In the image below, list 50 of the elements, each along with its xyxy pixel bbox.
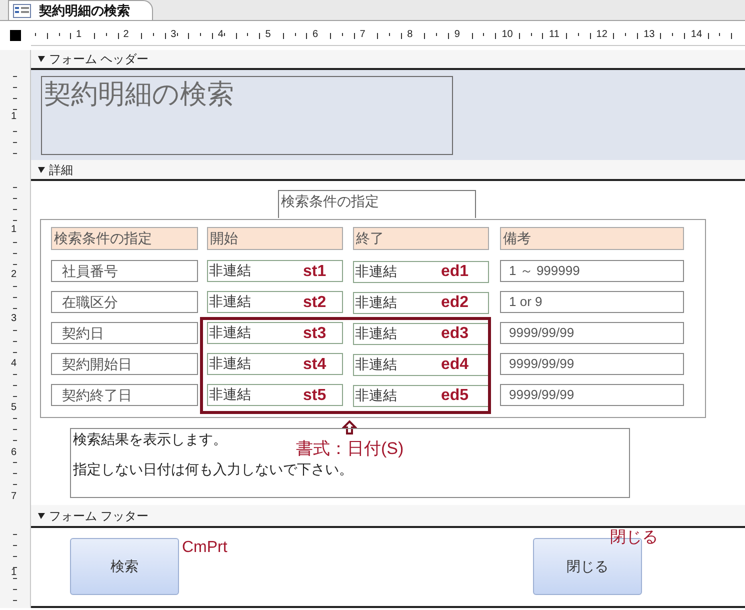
section-label: 詳細	[49, 162, 73, 178]
control-name: st5	[303, 386, 326, 406]
control-name: CmPrt	[182, 538, 228, 558]
column-header: 検索条件の指定	[51, 227, 198, 250]
control-name: st2	[303, 293, 326, 313]
section-label: フォーム ヘッダー	[49, 51, 148, 68]
control-name: st3	[303, 324, 326, 344]
column-header: 備考	[500, 227, 684, 250]
select-form-square[interactable]	[10, 30, 21, 40]
control-name: ed3	[441, 324, 469, 344]
note-field: 9999/99/99	[500, 353, 684, 375]
ruler-number: 3	[11, 314, 17, 324]
section-label: フォーム フッター	[49, 508, 148, 524]
collapse-arrow-icon[interactable]	[37, 512, 46, 520]
field-label: 契約開始日	[51, 353, 198, 375]
note-field: 9999/99/99	[500, 384, 684, 406]
ruler-number: 1	[11, 568, 17, 578]
ruler-number: 1	[11, 225, 17, 235]
ruler-number: 4	[11, 358, 17, 368]
message-line: 検索結果を表示します。	[73, 430, 227, 449]
form-icon	[13, 4, 31, 18]
up-arrow-icon	[342, 420, 357, 435]
collapse-arrow-icon[interactable]	[37, 166, 46, 174]
note-field: 1 or 9	[500, 291, 684, 313]
control-name: ed5	[441, 386, 469, 406]
column-header: 開始	[207, 227, 343, 250]
control-name: ed2	[441, 293, 469, 313]
field-label: 契約終了日	[51, 384, 198, 406]
control-name: st4	[303, 355, 326, 375]
document-tab[interactable]: 契約明細の検索	[8, 0, 153, 20]
control-name: st1	[303, 262, 326, 282]
format-annotation: 書式：日付(S)	[296, 438, 404, 460]
collapse-arrow-icon[interactable]	[37, 55, 46, 63]
control-name: ed4	[441, 355, 469, 375]
field-label: 契約日	[51, 322, 198, 344]
ruler-number: 1	[11, 112, 17, 122]
command-button[interactable]: 検索	[70, 538, 179, 595]
form-title: 契約明細の検索	[41, 76, 453, 155]
note-field: 1 ～ 999999	[500, 260, 684, 282]
ruler-number: 6	[11, 448, 17, 458]
message-line: 指定しない日付は何も入力しないで下さい。	[73, 460, 353, 479]
ruler-number: 7	[11, 492, 17, 502]
group-caption: 検索条件の指定	[278, 190, 476, 218]
ruler-number: 5	[11, 403, 17, 413]
field-label: 社員番号	[51, 260, 198, 282]
column-header: 終了	[353, 227, 489, 250]
field-label: 在職区分	[51, 291, 198, 313]
control-name: ed1	[441, 262, 469, 282]
note-field: 9999/99/99	[500, 322, 684, 344]
ruler-number: 2	[11, 270, 17, 280]
